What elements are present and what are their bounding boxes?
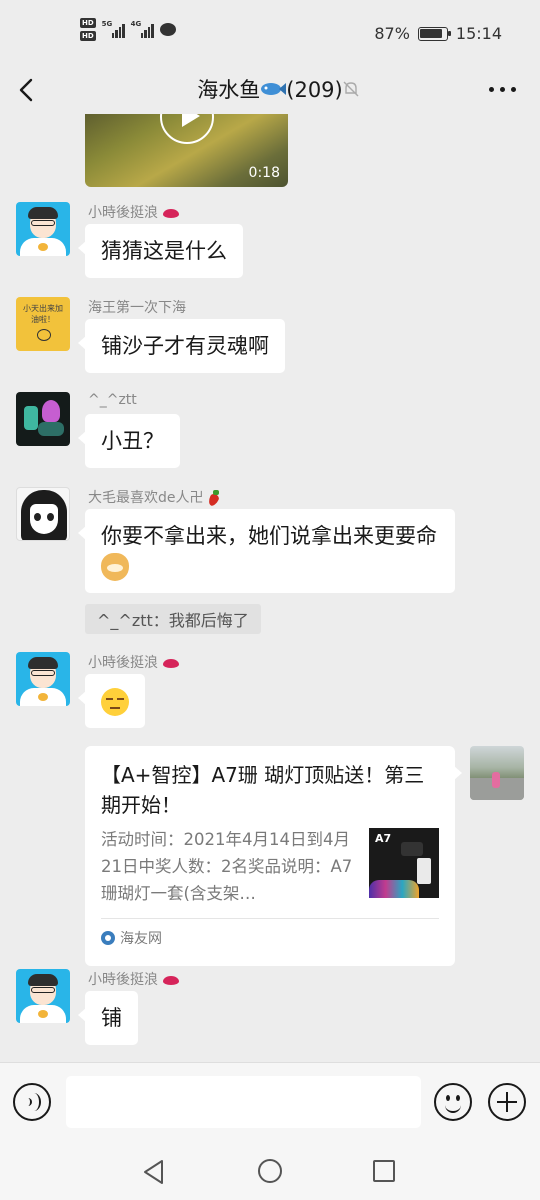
sender-name: ^_^ztt (88, 392, 137, 408)
hd-icon: HD (80, 18, 96, 28)
chat-notification-icon (159, 23, 176, 36)
message-bubble[interactable]: 铺 (78, 991, 138, 1045)
pepper-icon (207, 490, 221, 506)
status-bar: HD HD 5G 4G 87% 15:14 (0, 0, 540, 66)
quoted-reply[interactable]: ^_^ztt：我都后悔了 (85, 604, 261, 634)
card-title: 【A+智控】A7珊 瑚灯顶贴送！第三期开始！ (101, 763, 425, 817)
lips-icon (163, 208, 179, 218)
link-card[interactable]: 【A+智控】A7珊 瑚灯顶贴送！第三期开始！ 活动时间：2021年4月14日到4… (85, 746, 462, 966)
avatar[interactable] (16, 652, 70, 706)
emoji-button-icon[interactable] (434, 1083, 472, 1121)
video-duration: 0:18 (248, 165, 280, 181)
fish-icon (261, 83, 287, 95)
status-right: 87% 15:14 (374, 24, 502, 43)
card-description: 活动时间：2021年4月14日到4月21日中奖人数：2名奖品说明：A7珊瑚灯一套… (101, 830, 353, 903)
nav-back-icon[interactable] (142, 1159, 166, 1185)
lips-icon (163, 975, 179, 985)
nav-recent-apps-icon[interactable] (373, 1160, 395, 1182)
message-list[interactable]: 0:18 小時後挺浪 猜猜这是什么 小天出来加油啦！ 海王第一次下海 铺沙子才有… (0, 114, 540, 1062)
message-bubble[interactable]: 猜猜这是什么 (78, 224, 243, 278)
doge-emoji-icon (101, 553, 129, 581)
input-bar (0, 1062, 540, 1144)
clock: 15:14 (455, 24, 502, 43)
card-thumbnail: A7 (369, 828, 439, 898)
sender-name: 小時後挺浪 (88, 652, 179, 672)
hd-indicators: HD HD (80, 18, 96, 41)
play-icon[interactable] (160, 114, 214, 144)
battery-fill (420, 29, 443, 38)
chat-title: 海水鱼 (209) (0, 74, 540, 104)
avatar[interactable] (16, 487, 70, 541)
signal-5g-icon: 5G (102, 20, 125, 38)
source-logo-icon (101, 931, 115, 945)
group-name: 海水鱼 (197, 78, 261, 102)
card-source: 海友网 (101, 928, 162, 948)
avatar[interactable]: 小天出来加油啦！ (16, 297, 70, 351)
sender-name: 海王第一次下海 (88, 300, 186, 316)
member-count: (209) (286, 78, 343, 102)
message-input[interactable] (66, 1076, 421, 1128)
message-bubble[interactable]: 你要不拿出来，她们说拿出来更要命 (78, 509, 455, 593)
status-left: HD HD 5G 4G (80, 18, 176, 41)
duck-icon (37, 329, 51, 341)
more-options-icon[interactable] (489, 87, 516, 92)
battery-icon (417, 26, 451, 41)
chat-header: 海水鱼 (209) (0, 66, 540, 114)
sender-name: 小時後挺浪 (88, 969, 179, 989)
self-avatar[interactable] (470, 746, 524, 800)
lips-icon (163, 658, 179, 668)
avatar[interactable] (16, 969, 70, 1023)
hd-icon: HD (80, 31, 96, 41)
video-message[interactable]: 0:18 (85, 114, 288, 187)
avatar[interactable] (16, 202, 70, 256)
sender-name: 大毛最喜欢de人卍 (88, 487, 221, 507)
divider (101, 918, 439, 919)
signal-4g-icon: 4G (131, 20, 154, 38)
battery-percent: 87% (374, 24, 410, 43)
message-bubble[interactable]: 铺沙子才有灵魂啊 (78, 319, 285, 373)
mute-bell-icon (343, 81, 359, 97)
system-nav-bar (0, 1144, 540, 1200)
message-bubble[interactable] (78, 674, 145, 728)
avatar[interactable] (16, 392, 70, 446)
message-bubble[interactable]: 小丑？ (78, 414, 180, 468)
sender-name: 小時後挺浪 (88, 202, 179, 222)
meh-emoji-icon (101, 688, 129, 716)
more-actions-plus-icon[interactable] (488, 1083, 526, 1121)
voice-input-icon[interactable] (13, 1083, 51, 1121)
nav-home-icon[interactable] (258, 1159, 282, 1183)
